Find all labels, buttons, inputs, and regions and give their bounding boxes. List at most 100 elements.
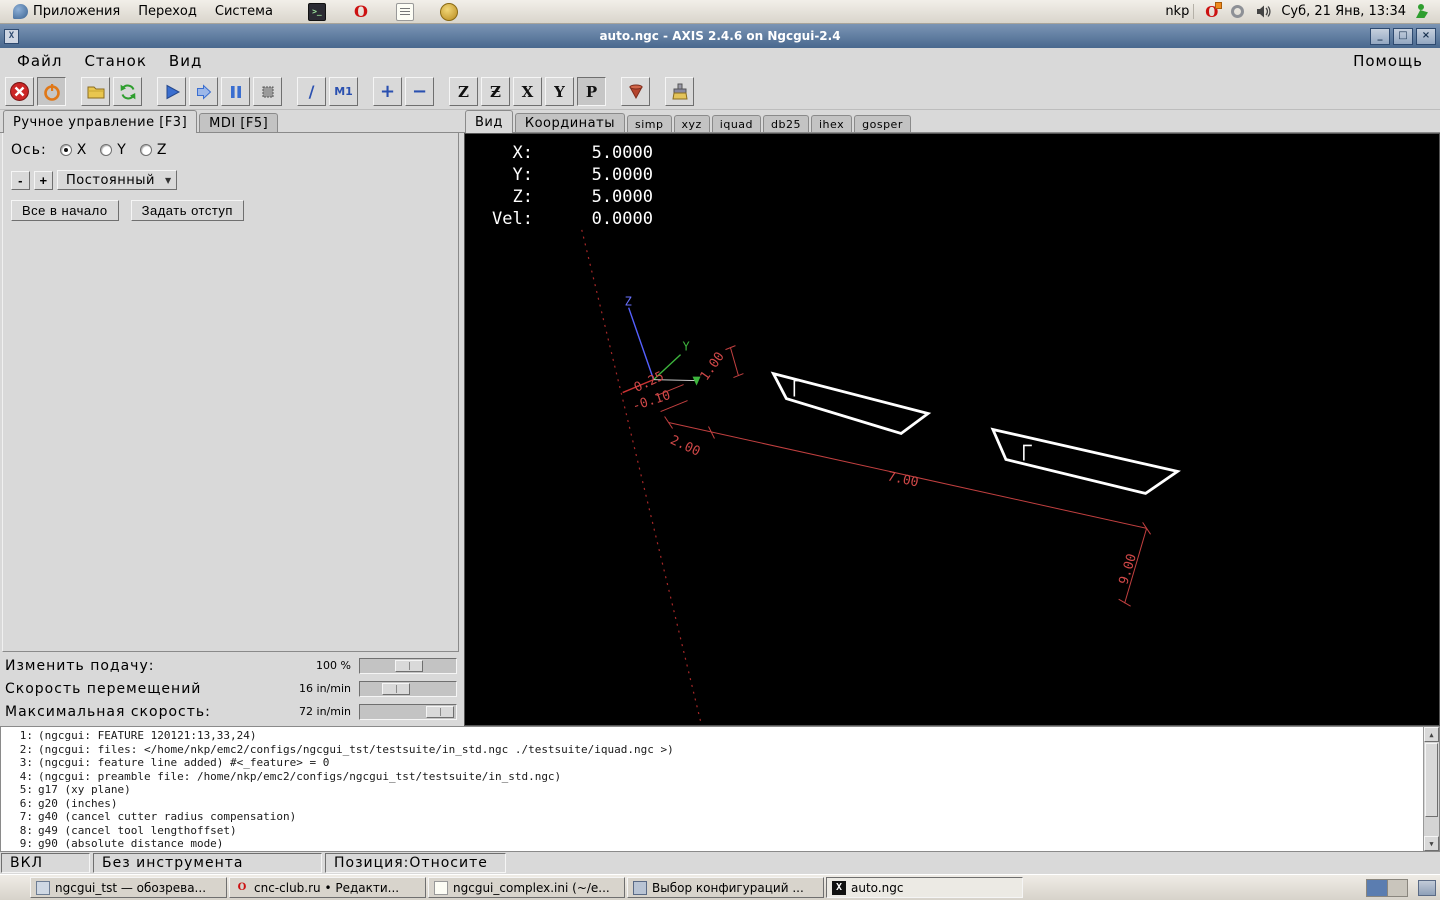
logout-icon[interactable] <box>1415 3 1432 20</box>
tab-gosper[interactable]: gosper <box>854 115 911 132</box>
show-tool-button[interactable] <box>621 77 650 106</box>
reload-button[interactable] <box>113 77 142 106</box>
machine-power-button[interactable] <box>37 77 66 106</box>
window-title: auto.ngc - AXIS 2.4.6 on Ngcgui-2.4 <box>599 29 841 43</box>
gcode-line[interactable]: 9: g90 (absolute distance mode) <box>5 837 1421 851</box>
taskbar-item-editor[interactable]: ngcgui_complex.ini (~/e... <box>428 877 625 898</box>
jog-speed-slider-thumb[interactable] <box>382 682 411 695</box>
scrollbar-thumb[interactable] <box>1425 743 1438 817</box>
tab-db25[interactable]: db25 <box>763 115 809 132</box>
gcode-line[interactable]: 4: (ngcgui: preamble file: /home/nkp/emc2… <box>5 770 1421 784</box>
run-button[interactable] <box>157 77 186 106</box>
tab-iquad[interactable]: iquad <box>711 115 762 132</box>
axis-radio-y[interactable]: Y <box>100 142 127 158</box>
view-x-button[interactable]: X <box>513 77 542 106</box>
z-view-icon: Z <box>458 82 469 101</box>
tab-mdi[interactable]: MDI [F5] <box>199 113 279 132</box>
opera-launcher-icon[interactable]: O <box>352 2 370 21</box>
system-menu[interactable]: Система <box>206 0 282 23</box>
max-velocity-slider[interactable] <box>359 703 457 720</box>
view-z-rotated-button[interactable]: Ƶ <box>481 77 510 106</box>
menu-view[interactable]: Вид <box>158 50 213 72</box>
username-label[interactable]: nkp <box>1165 4 1195 19</box>
status-bar: ВКЛ Без инструмента Позиция:Относите <box>0 852 1440 874</box>
taskbar-item-axis[interactable]: X auto.ngc <box>826 877 1023 898</box>
window-titlebar: X auto.ngc - AXIS 2.4.6 on Ngcgui-2.4 _ … <box>0 24 1440 48</box>
network-tray-icon[interactable] <box>1229 3 1246 20</box>
menu-help[interactable]: Помощь <box>1342 50 1434 72</box>
jog-mode-select[interactable]: Постоянный ▼ <box>57 170 177 190</box>
zoom-in-button[interactable]: + <box>373 77 402 106</box>
applications-menu[interactable]: Приложения <box>4 0 129 23</box>
gcode-scrollbar[interactable]: ▲ ▼ <box>1423 727 1439 851</box>
view-y-button[interactable]: Y <box>545 77 574 106</box>
zoom-out-button[interactable]: − <box>405 77 434 106</box>
pause-button[interactable] <box>221 77 250 106</box>
window-icon[interactable]: X <box>4 28 19 44</box>
tab-xyz-label: xyz <box>681 117 702 131</box>
feed-override-slider-thumb[interactable] <box>395 659 424 672</box>
opera-tray-icon[interactable]: O <box>1203 2 1223 21</box>
stop-button[interactable] <box>253 77 282 106</box>
dimension-labels: 1.00 0.25 -0.10 2.00 7.00 9.00 <box>631 349 1140 586</box>
svg-text:7.00: 7.00 <box>886 469 920 490</box>
workspace-2[interactable] <box>1387 879 1407 896</box>
taskbar-item-opera[interactable]: O cnc-club.ru • Редакти... <box>229 877 426 898</box>
gcode-line[interactable]: 5: g17 (xy plane) <box>5 783 1421 797</box>
menu-file[interactable]: Файл <box>6 50 73 72</box>
estop-button[interactable] <box>5 77 34 106</box>
task-label: ngcgui_complex.ini (~/e... <box>453 880 610 895</box>
workspace-1[interactable] <box>1367 879 1387 896</box>
scroll-down-icon[interactable]: ▼ <box>1424 836 1439 851</box>
backplot-view[interactable]: Z Y 1.00 0.25 -0.10 2.00 7.00 9.00 X: 5.… <box>464 133 1440 726</box>
zoom-in-icon: + <box>379 81 396 102</box>
optional-stop-toggle[interactable]: M1 <box>329 77 358 106</box>
places-menu[interactable]: Переход <box>129 0 206 23</box>
gcode-line[interactable]: 6: g20 (inches) <box>5 797 1421 811</box>
maximize-button[interactable]: □ <box>1393 27 1413 45</box>
open-file-button[interactable] <box>81 77 110 106</box>
workspace-switcher <box>1366 878 1408 897</box>
dro-vel-label: Vel: <box>492 209 533 229</box>
taskbar-item-file-manager[interactable]: ngcgui_tst — обозрева... <box>30 877 227 898</box>
view-perspective-button[interactable]: P <box>577 77 606 106</box>
text-editor-launcher-icon[interactable] <box>395 2 414 21</box>
toolpath <box>770 371 1181 495</box>
menu-machine[interactable]: Станок <box>73 50 157 72</box>
axis-label: Ось: <box>11 142 47 158</box>
tool-launcher-icon[interactable] <box>439 2 458 21</box>
home-all-button[interactable]: Все в начало <box>11 200 119 221</box>
tab-dro[interactable]: Координаты <box>514 113 625 132</box>
taskbar-item-config-picker[interactable]: Выбор конфигураций ... <box>627 877 824 898</box>
gcode-line[interactable]: 1: (ngcgui: FEATURE 120121:13,33,24) <box>5 729 1421 743</box>
gcode-line[interactable]: 8: g49 (cancel tool lengthoffset) <box>5 824 1421 838</box>
jog-plus-button[interactable]: + <box>34 170 53 190</box>
tab-xyz[interactable]: xyz <box>673 115 710 132</box>
axis-radio-z[interactable]: Z <box>139 142 168 158</box>
touch-off-button[interactable]: Задать отступ <box>130 200 244 221</box>
axis-radio-x[interactable]: X <box>59 142 88 158</box>
tab-manual-control[interactable]: Ручное управление [F3] <box>3 110 198 133</box>
tab-preview[interactable]: Вид <box>465 110 513 133</box>
minimize-button[interactable]: _ <box>1370 27 1390 45</box>
jog-speed-slider[interactable] <box>359 680 457 697</box>
gcode-line[interactable]: 7: g40 (cancel cutter radius compensation… <box>5 810 1421 824</box>
max-velocity-slider-thumb[interactable] <box>425 705 454 718</box>
skip-lines-toggle[interactable]: / <box>297 77 326 106</box>
scroll-up-icon[interactable]: ▲ <box>1424 727 1439 742</box>
step-button[interactable] <box>189 77 218 106</box>
show-desktop-icon[interactable] <box>1418 879 1436 896</box>
jog-minus-button[interactable]: - <box>11 170 30 190</box>
close-button[interactable]: × <box>1416 27 1436 45</box>
gcode-listing[interactable]: 1: (ngcgui: FEATURE 120121:13,33,24) 2: (n… <box>0 726 1440 852</box>
tab-ihex[interactable]: ihex <box>811 115 853 132</box>
volume-icon[interactable] <box>1255 3 1272 20</box>
tab-simp[interactable]: simp <box>627 115 672 132</box>
terminal-launcher-icon[interactable]: >_ <box>307 2 326 21</box>
gcode-line[interactable]: 3: (ngcgui: feature line added) #<_featur… <box>5 756 1421 770</box>
view-z-button[interactable]: Z <box>449 77 478 106</box>
clear-plot-button[interactable] <box>665 77 694 106</box>
feed-override-slider[interactable] <box>359 657 457 674</box>
clock-label[interactable]: Суб, 21 Янв, 13:34 <box>1281 4 1406 19</box>
gcode-line[interactable]: 2: (ngcgui: files: </home/nkp/emc2/config… <box>5 743 1421 757</box>
